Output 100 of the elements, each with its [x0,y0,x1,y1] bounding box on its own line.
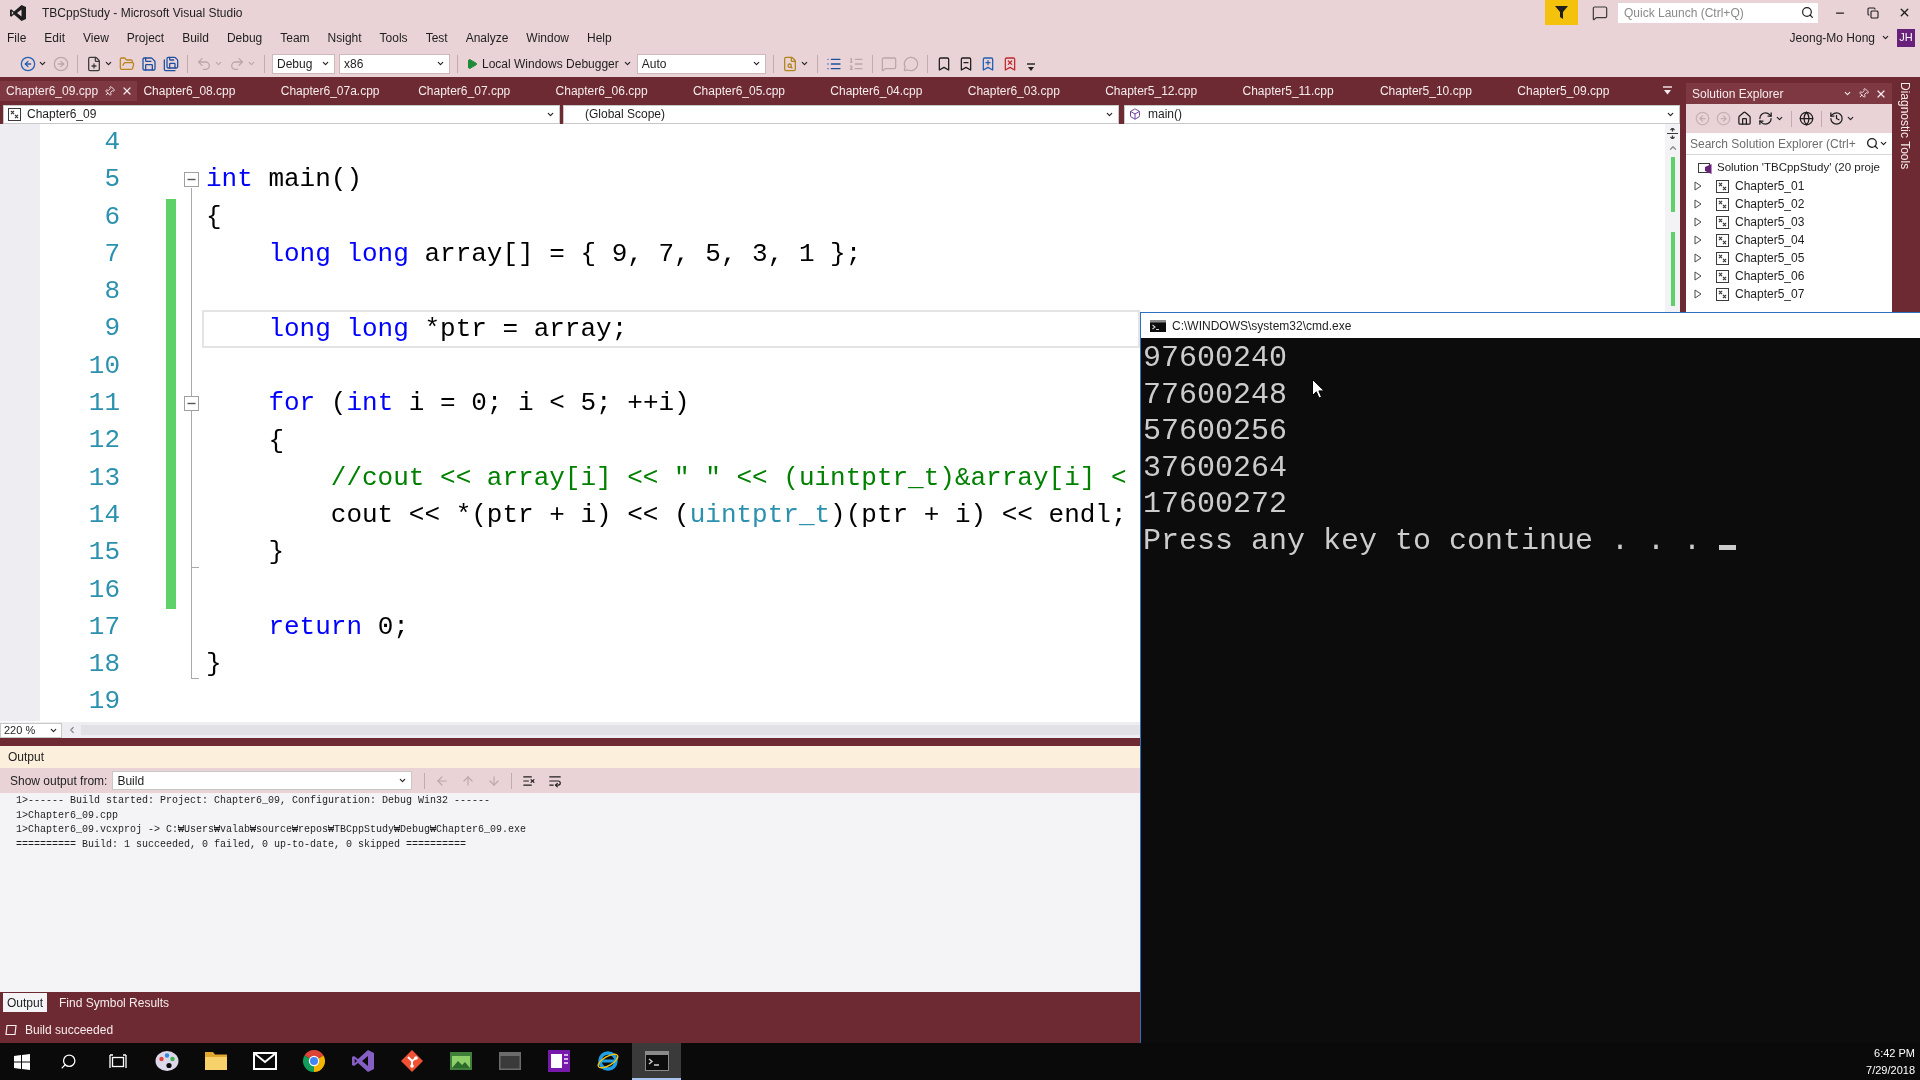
editor-tab[interactable]: Chapter5_09.cpp [1511,81,1649,101]
project-icon [1716,287,1729,301]
run-button[interactable]: Local Windows Debugger [463,52,635,75]
project-icon [1716,251,1729,265]
caret-icon [104,59,113,68]
menu-item[interactable]: Test [425,28,448,47]
editor-tab[interactable]: Chapter5_12.cpp [1099,81,1237,101]
four-panes-icon [14,1053,30,1070]
mouse-pointer-icon [1312,379,1325,399]
line-number: 8 [103,275,120,309]
expand-arrow-icon[interactable] [1694,271,1702,281]
tree-item[interactable]: Chapter5_07 [1735,285,1805,303]
project-dropdown[interactable]: Chapter6_09 [3,104,560,124]
editor-tab[interactable]: Chapter6_07a.cpp [274,81,413,101]
scope-dropdown[interactable]: (Global Scope) [563,104,1119,124]
search-field[interactable]: Search Solution Explorer (Ctrl+ [1686,133,1892,155]
split-icon[interactable] [1667,128,1678,139]
quick-launch-field[interactable]: Quick Launch (Ctrl+Q) [1618,2,1818,23]
search-icon [1866,137,1879,150]
output-line: 1>Chapter6_09.cpp [16,808,119,823]
code-line: long long *ptr = array; [268,312,628,346]
overflow-icon[interactable] [1026,62,1035,73]
project-icon [8,107,21,121]
line-number: 9 [103,312,120,346]
code-line: { [206,200,222,234]
cursor-icon [1719,545,1737,550]
expand-arrow-icon[interactable] [1694,199,1702,209]
line-number: 4 [103,126,120,159]
console-line: Press any key to continue . . . [1143,522,1702,559]
menu-item[interactable]: Analyze [465,28,509,47]
expand-arrow-icon[interactable] [1694,217,1702,227]
folder-icon [203,1050,228,1071]
tree-item[interactable]: Chapter5_02 [1735,195,1805,213]
speech-bubble-icon[interactable] [1592,4,1608,21]
expand-arrow-icon[interactable] [1694,289,1702,299]
tree-item[interactable]: Chapter5_06 [1735,267,1805,285]
scroll-left-icon[interactable] [67,725,77,735]
output-source-dropdown[interactable]: Build [112,771,413,790]
zoom-dropdown[interactable]: 220 % [0,722,62,738]
notebook-icon [546,1048,571,1073]
menu-item[interactable]: Window [526,28,570,47]
menu-item[interactable]: Nsight [327,28,362,47]
editor-tab[interactable]: Chapter6_04.cpp [824,81,962,101]
play-icon [466,57,478,70]
collapse-icon[interactable] [183,396,199,412]
editor-tab[interactable]: Chapter6_08.cpp [137,81,275,101]
project-icon [1716,269,1729,283]
editor-tab[interactable]: Chapter5_10.cpp [1373,81,1512,101]
caret-icon [1881,33,1890,42]
menu-item[interactable]: Edit [44,28,66,47]
editor-tab[interactable]: Chapter5_11.cpp [1236,81,1374,101]
pin-icon[interactable] [102,83,118,99]
menu-item[interactable]: Project [126,28,165,47]
toolbar-dropdown[interactable]: Auto [636,53,766,74]
tree-item[interactable]: Chapter5_04 [1735,231,1805,249]
editor-tab[interactable]: Chapter6_09.cpp [0,81,138,101]
toolbar-dropdown[interactable]: Debug [272,53,335,74]
tree-item[interactable]: Solution 'TBCppStudy' (20 proje [1717,159,1880,177]
menu-item[interactable]: Team [280,28,310,47]
output-line: 1>------ Build started: Project: Chapter6_09, Configuration: Debug Win32 ------ [16,794,491,808]
scroll-up-icon[interactable] [1667,143,1678,153]
menu-item[interactable]: Help [587,28,612,47]
account-menu[interactable]: Jeong-Mo Hong [1789,28,1890,47]
panel-tab[interactable]: Find Symbol Results [55,993,174,1012]
tree-item[interactable]: Chapter5_01 [1735,177,1805,195]
editor-tab[interactable]: Chapter6_03.cpp [961,81,1100,101]
panel-tab[interactable]: Output [3,993,48,1012]
editor-tab[interactable]: Chapter6_07.cpp [412,81,550,101]
expand-arrow-icon[interactable] [1694,253,1702,263]
menu-item[interactable]: Debug [226,28,263,47]
menu-item[interactable]: Tools [379,28,408,47]
overflow-icon[interactable] [1663,86,1672,96]
project-icon [1716,215,1729,229]
menu-item[interactable]: Build [182,28,209,47]
taskbar-button[interactable] [632,1043,681,1080]
collapse-icon[interactable] [183,172,199,188]
parallelogram-icon [5,1023,17,1036]
console-line: 57600256 [1143,413,1288,450]
expand-arrow-icon[interactable] [1694,235,1702,245]
member-dropdown[interactable]: main() [1124,104,1680,124]
menu-item[interactable]: File [7,28,27,47]
tree-item[interactable]: Chapter5_05 [1735,249,1805,267]
ribbon-logo-icon [350,1048,375,1073]
expand-arrow-icon[interactable] [1694,181,1702,191]
toolbar-dropdown[interactable]: x86 [339,53,450,74]
side-tab[interactable]: Diagnostic Tools [1896,82,1916,170]
editor-tab[interactable]: Chapter6_05.cpp [686,81,825,101]
menu-item[interactable]: View [83,28,109,47]
code-line: { [268,424,284,458]
caret-icon [1775,114,1784,123]
caret-icon [622,59,632,68]
funnel-icon[interactable] [1545,0,1578,25]
line-number: 15 [87,536,120,570]
code-line: int main() [206,163,363,197]
search-icon [60,1053,77,1070]
tree-item[interactable]: Chapter5_03 [1735,213,1805,231]
editor-tab[interactable]: Chapter6_06.cpp [549,81,687,101]
line-number: 18 [87,648,120,682]
palette-icon [154,1049,179,1072]
line-number: 17 [87,610,120,644]
